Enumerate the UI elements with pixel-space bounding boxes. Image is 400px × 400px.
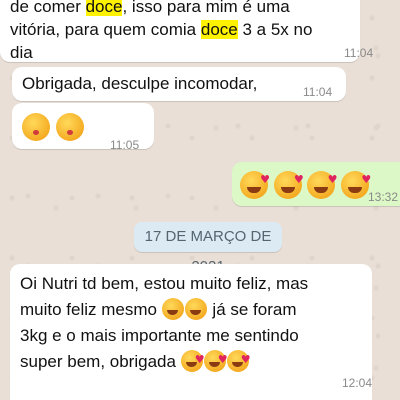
message-timestamp: 11:04 — [344, 46, 374, 60]
message-bubble-incoming[interactable]: de comer doce, isso para mim é uma vitór… — [0, 0, 373, 64]
message-timestamp: 13:32 — [368, 190, 399, 204]
message-text: Obrigada, desculpe incomodar, — [22, 74, 258, 93]
face-blowing-kiss-icon — [55, 113, 84, 141]
search-highlight: doce — [85, 0, 123, 16]
message-bubble-incoming[interactable]: Obrigada, desculpe incomodar, 11:04 — [12, 67, 346, 101]
date-divider: 17 DE MARÇO DE 2021 — [134, 222, 282, 275]
smiling-face-with-hearts-icon — [226, 347, 251, 373]
text-fragment: de comer — [10, 0, 86, 16]
message-bubble-incoming[interactable]: Oi Nutri td bem, estou muito feliz, mas … — [10, 264, 372, 400]
text-fragment: muito feliz mesmo — [20, 300, 162, 319]
message-bubble-incoming[interactable]: 11:05 — [12, 103, 154, 152]
emoji-row — [22, 113, 85, 141]
grinning-face-icon — [161, 298, 184, 320]
search-highlight: doce — [200, 20, 238, 39]
smiling-face-with-hearts-icon — [307, 168, 337, 199]
smiling-face-with-hearts-icon — [180, 347, 205, 373]
text-fragment: 3kg e o mais importante me sentindo — [20, 326, 299, 345]
message-text: Oi Nutri td bem, estou muito feliz, mas … — [20, 271, 308, 375]
face-blowing-kiss-icon — [22, 113, 50, 141]
message-timestamp: 12:04 — [342, 376, 373, 390]
smiling-face-with-hearts-icon — [240, 168, 270, 199]
text-fragment: dia — [10, 43, 33, 62]
text-fragment: já se foram — [207, 300, 297, 319]
message-timestamp: 11:04 — [303, 85, 333, 99]
text-fragment: super bem, obrigada — [20, 352, 181, 371]
message-bubble-outgoing[interactable]: 13:32 — [232, 162, 400, 206]
text-fragment: vitória, para quem comia — [10, 20, 201, 39]
message-timestamp: 11:05 — [110, 138, 140, 152]
emoji-row — [240, 168, 371, 199]
message-text: de comer doce, isso para mim é uma vitór… — [10, 0, 312, 64]
text-fragment: Oi Nutri td bem, estou muito feliz, mas — [20, 274, 309, 293]
smiling-face-with-hearts-icon — [341, 168, 371, 199]
smiling-face-with-hearts-icon — [203, 347, 228, 373]
text-fragment: 3 a 5x no — [237, 20, 313, 39]
grinning-face-icon — [184, 298, 207, 320]
text-fragment: , isso para mim é uma — [122, 0, 290, 16]
smiling-face-with-hearts-icon — [273, 168, 304, 199]
